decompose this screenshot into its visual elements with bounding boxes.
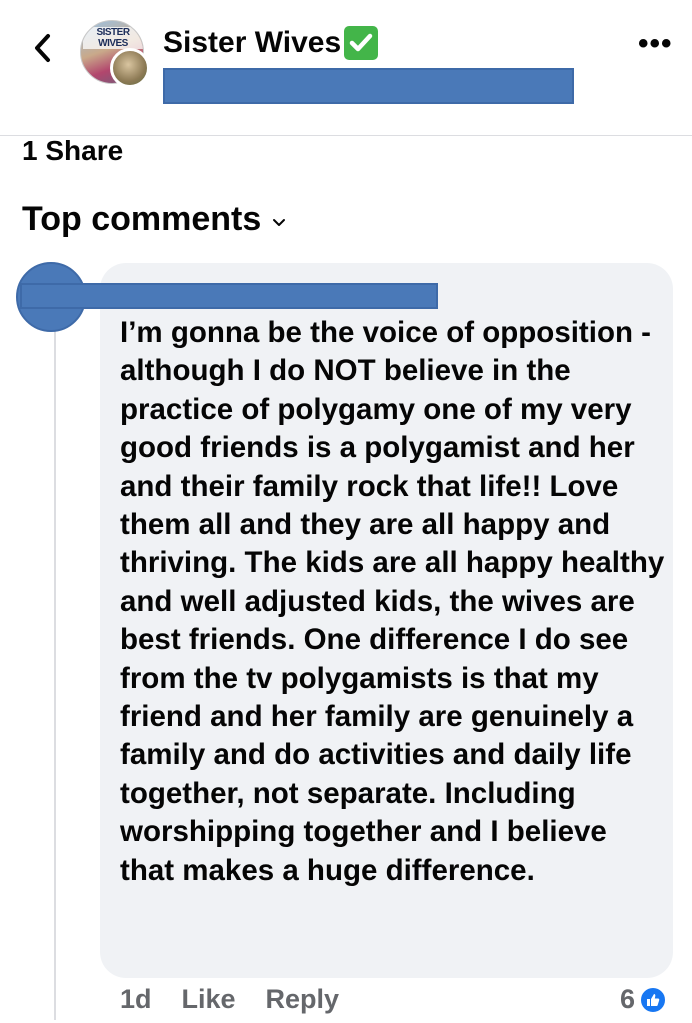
page-secondary-picture [110, 48, 150, 88]
avatar-logo-text: SISTER WIVES [83, 27, 143, 49]
page-avatar[interactable]: SISTER WIVES [80, 20, 152, 88]
redacted-subtitle [163, 68, 574, 104]
back-button[interactable] [28, 28, 58, 68]
reply-button[interactable]: Reply [266, 984, 340, 1015]
page-name[interactable]: Sister Wives [163, 26, 379, 60]
redacted-commenter-name [20, 283, 438, 309]
reaction-count: 6 [620, 984, 636, 1014]
comment-timestamp: 1d [120, 984, 152, 1014]
comments-sort-dropdown[interactable]: Top comments [22, 200, 287, 239]
post-header: SISTER WIVES Sister Wives ••• [0, 0, 692, 136]
comment-actions: 1d Like Reply [120, 984, 369, 1015]
thread-line [54, 330, 56, 1020]
comments-sort-label: Top comments [22, 200, 262, 238]
reaction-summary[interactable]: 6 [620, 984, 668, 1015]
like-button[interactable]: Like [182, 984, 236, 1015]
comment-text: I’m gonna be the voice of opposition - a… [120, 316, 665, 887]
check-mark-icon [344, 26, 379, 60]
page-name-label: Sister Wives [163, 26, 342, 59]
chevron-down-icon [273, 218, 286, 226]
thumbs-up-icon [639, 985, 668, 1014]
share-count[interactable]: 1 Share [22, 135, 123, 167]
chevron-left-icon [35, 34, 50, 62]
more-options-button[interactable]: ••• [638, 29, 673, 59]
